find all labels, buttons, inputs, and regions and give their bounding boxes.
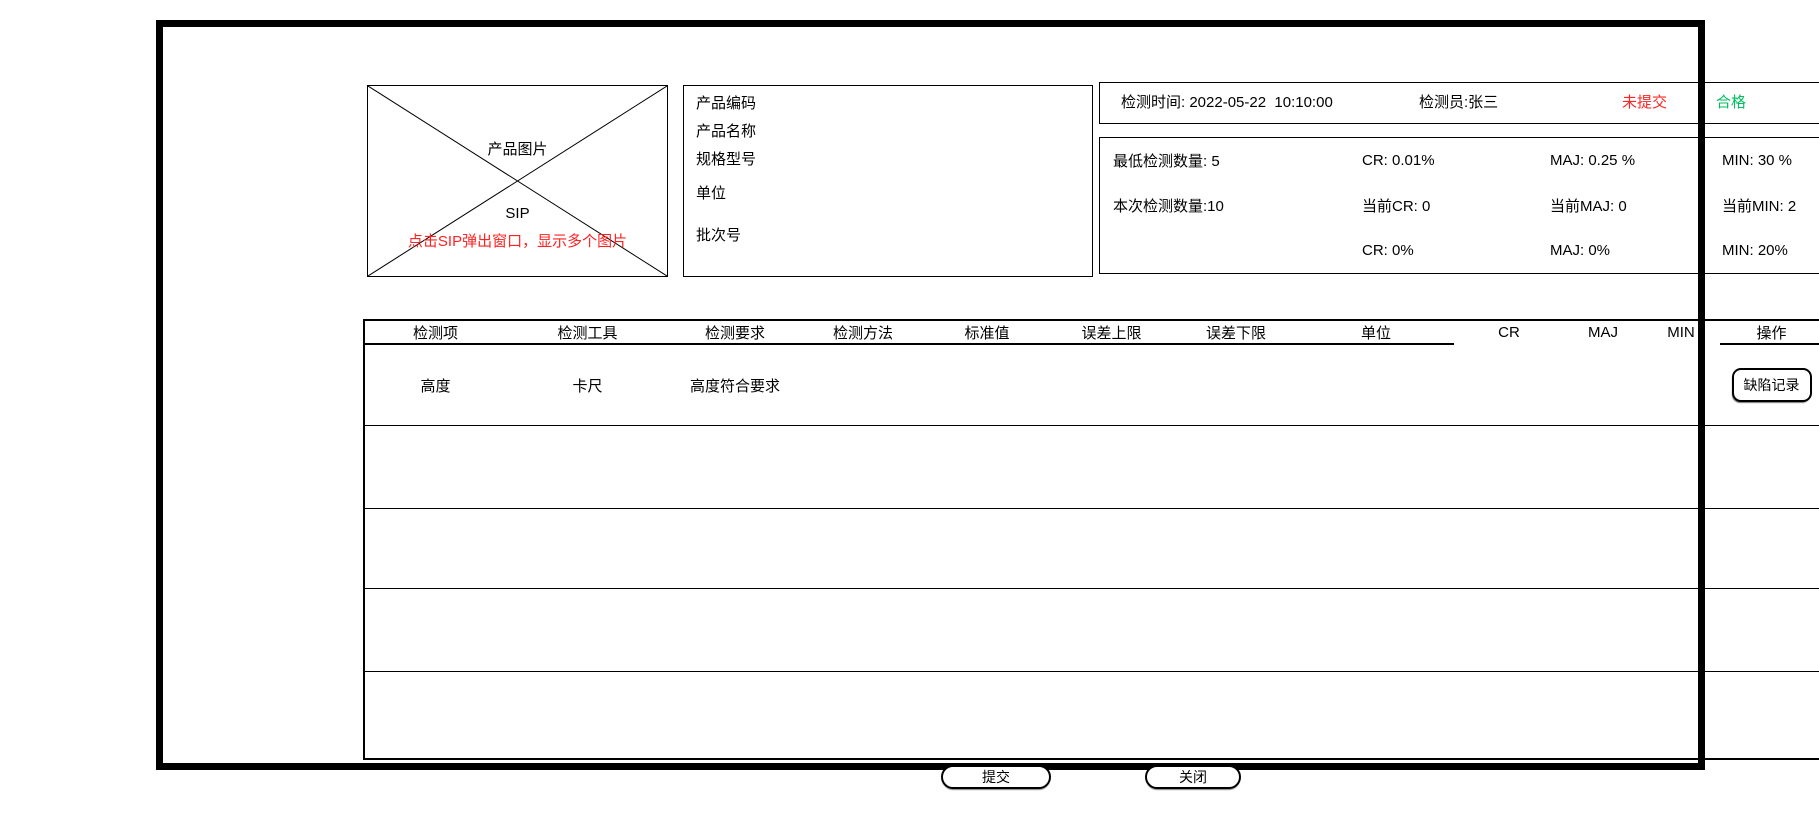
stat-min-limit: MIN: 30 % xyxy=(1722,152,1819,169)
table-empty-row xyxy=(364,672,1819,760)
status-qualified-badge: 合格 xyxy=(1716,83,1746,123)
screen: 产品图片 SIP 点击SIP弹出窗口，显示多个图片 产品编码 产品名称 规格型号… xyxy=(0,0,1819,833)
product-fields-panel: 产品编码 产品名称 规格型号 单位 批次号 xyxy=(683,85,1093,277)
col-action: 操作 xyxy=(1720,320,1819,344)
col-inspect-requirement: 检测要求 xyxy=(669,320,801,344)
stat-maj-rate: MAJ: 0% xyxy=(1550,242,1722,259)
field-spec-model: 规格型号 xyxy=(696,150,1092,170)
inspection-table: 检测项 检测工具 检测要求 检测方法 标准值 误差上限 误差下限 单位 CR M… xyxy=(363,319,1819,760)
stat-maj-limit: MAJ: 0.25 % xyxy=(1550,152,1722,169)
col-min: MIN xyxy=(1642,320,1720,344)
stat-current-min: 当前MIN: 2 xyxy=(1722,195,1819,216)
col-inspect-item: 检测项 xyxy=(364,320,506,344)
stat-current-maj: 当前MAJ: 0 xyxy=(1550,195,1722,216)
col-inspect-tool: 检测工具 xyxy=(506,320,669,344)
col-standard-value: 标准值 xyxy=(925,320,1049,344)
field-product-name: 产品名称 xyxy=(696,122,1092,142)
stat-cr-limit: CR: 0.01% xyxy=(1362,152,1550,169)
cell-item: 高度 xyxy=(364,344,506,426)
stat-min-inspect-qty: 最低检测数量: 5 xyxy=(1113,150,1362,171)
stat-current-cr: 当前CR: 0 xyxy=(1362,195,1550,216)
cell-requirement: 高度符合要求 xyxy=(669,344,801,426)
product-image-placeholder[interactable]: 产品图片 SIP 点击SIP弹出窗口，显示多个图片 xyxy=(367,85,668,277)
cell-action: 缺陷记录 xyxy=(1720,344,1819,426)
sip-hint-text: 点击SIP弹出窗口，显示多个图片 xyxy=(368,230,667,251)
status-unsubmitted-badge: 未提交 xyxy=(1622,83,1667,123)
stat-min-rate: MIN: 20% xyxy=(1722,242,1819,259)
stat-current-inspect-qty: 本次检测数量:10 xyxy=(1113,195,1362,216)
table-empty-row xyxy=(364,426,1819,509)
table-row: 高度 卡尺 高度符合要求 缺陷记录 xyxy=(364,344,1819,426)
table-header-row: 检测项 检测工具 检测要求 检测方法 标准值 误差上限 误差下限 单位 CR M… xyxy=(364,320,1819,344)
inspection-table-container: 检测项 检测工具 检测要求 检测方法 标准值 误差上限 误差下限 单位 CR M… xyxy=(363,319,1819,760)
col-error-upper: 误差上限 xyxy=(1049,320,1174,344)
product-image-label: 产品图片 xyxy=(368,138,667,159)
table-empty-row xyxy=(364,509,1819,589)
field-batch-no: 批次号 xyxy=(696,226,1092,246)
window-frame: 产品图片 SIP 点击SIP弹出窗口，显示多个图片 产品编码 产品名称 规格型号… xyxy=(156,20,1705,770)
col-cr: CR xyxy=(1454,320,1564,344)
stat-cr-rate: CR: 0% xyxy=(1362,242,1550,259)
field-unit: 单位 xyxy=(696,184,1092,204)
inspection-time: 检测时间: 2022-05-22 10:10:00 xyxy=(1121,83,1333,123)
table-empty-row xyxy=(364,589,1819,672)
inspector-name: 检测员:张三 xyxy=(1419,83,1498,123)
col-unit: 单位 xyxy=(1298,320,1454,344)
defect-record-button[interactable]: 缺陷记录 xyxy=(1732,368,1812,402)
col-inspect-method: 检测方法 xyxy=(801,320,925,344)
submit-button[interactable]: 提交 xyxy=(941,765,1051,789)
cell-tool: 卡尺 xyxy=(506,344,669,426)
col-error-lower: 误差下限 xyxy=(1174,320,1298,344)
inspection-stats-panel: 最低检测数量: 5 CR: 0.01% MAJ: 0.25 % MIN: 30 … xyxy=(1099,137,1819,274)
close-button[interactable]: 关闭 xyxy=(1145,765,1241,789)
sip-label[interactable]: SIP xyxy=(368,205,667,222)
field-product-code: 产品编码 xyxy=(696,94,1092,114)
col-maj: MAJ xyxy=(1564,320,1642,344)
inspection-header: 检测时间: 2022-05-22 10:10:00 检测员:张三 未提交 合格 xyxy=(1099,82,1819,124)
